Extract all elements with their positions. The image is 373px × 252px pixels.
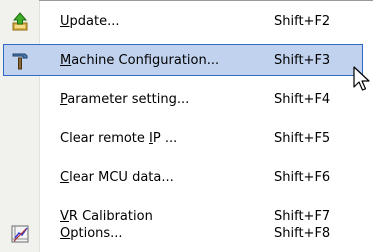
menu-item-shortcut: Shift+F5: [274, 131, 331, 146]
menu-item-shortcut: Shift+F6: [274, 170, 331, 185]
menu-item-label: Parameter setting...: [60, 92, 190, 107]
menu-item-clear-remote-ip[interactable]: Clear remote IP ... Shift+F5: [0, 121, 373, 157]
menu-item-label: Options...: [60, 226, 123, 241]
update-arrow-icon: [12, 12, 28, 31]
menu-item-parameter-setting[interactable]: Parameter setting... Shift+F4: [0, 82, 373, 118]
menu-item-machine-configuration[interactable]: Machine Configuration... Shift+F3: [0, 43, 373, 79]
options-chart-icon: [11, 225, 29, 243]
hammer-icon: [12, 53, 28, 70]
menu-item-shortcut: Shift+F4: [274, 92, 331, 107]
menu-item-label: Machine Configuration...: [60, 53, 220, 68]
context-menu: Update... Shift+F2 Machine Configuration…: [0, 0, 373, 252]
menu-top-border: [39, 0, 373, 1]
menu-item-update[interactable]: Update... Shift+F2: [0, 4, 373, 40]
menu-item-options[interactable]: Options... Shift+F8: [0, 216, 373, 252]
menu-item-shortcut: Shift+F2: [274, 14, 331, 29]
menu-item-shortcut: Shift+F8: [274, 226, 331, 241]
menu-item-label: Clear MCU data...: [60, 170, 174, 185]
menu-item-label: Clear remote IP ...: [60, 131, 178, 146]
menu-item-label: Update...: [60, 14, 120, 29]
mouse-pointer-icon: [353, 66, 370, 91]
menu-item-clear-mcu-data[interactable]: Clear MCU data... Shift+F6: [0, 160, 373, 196]
menu-item-shortcut: Shift+F3: [274, 53, 331, 68]
